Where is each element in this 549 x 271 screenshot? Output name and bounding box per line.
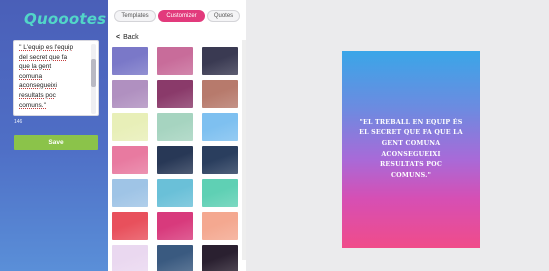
app-logo: Quoootes [24,10,107,28]
background-thumbnail[interactable] [157,212,193,240]
background-thumbnail[interactable] [202,113,238,141]
character-count: 146 [14,119,23,125]
background-thumbnail[interactable] [112,245,148,271]
background-thumbnail[interactable] [202,245,238,271]
tab-customizer[interactable]: Customizer [158,10,205,22]
quote-text-content: '' L'equip es l'equip del secret que fa … [19,44,74,109]
background-thumbnail[interactable] [112,47,148,75]
background-thumbnail[interactable] [202,146,238,174]
editor-sidebar: Quoootes '' L'equip es l'equip del secre… [0,0,108,271]
panel-tabs: Templates Customizer Quotes [108,10,246,22]
quote-card-preview: "EL TREBALL EN EQUIP ÉS EL SECRET QUE FA… [342,51,480,248]
quote-text-area[interactable]: '' L'equip es l'equip del secret que fa … [13,40,99,116]
background-thumbnail[interactable] [202,212,238,240]
background-thumbnail[interactable] [157,80,193,108]
background-thumbnail[interactable] [157,179,193,207]
tab-templates[interactable]: Templates [114,10,156,22]
tab-quotes[interactable]: Quotes [207,10,240,22]
background-thumbnail[interactable] [202,80,238,108]
save-button[interactable]: Save [14,135,98,150]
background-thumbnail[interactable] [157,47,193,75]
back-label: Back [123,33,139,41]
back-button[interactable]: < Back [112,31,152,43]
background-thumbnail[interactable] [112,80,148,108]
preview-quote-text: "EL TREBALL EN EQUIP ÉS EL SECRET QUE FA… [359,118,463,179]
chevron-left-icon: < [116,33,121,41]
background-thumbnail[interactable] [112,113,148,141]
background-thumbnail[interactable] [157,146,193,174]
background-thumbnail[interactable] [202,47,238,75]
customizer-panel: Templates Customizer Quotes < Back [108,0,246,271]
background-thumbnail[interactable] [157,113,193,141]
background-thumbnail[interactable] [202,179,238,207]
background-thumbnail[interactable] [112,146,148,174]
preview-area: "EL TREBALL EN EQUIP ÉS EL SECRET QUE FA… [246,0,549,271]
text-area-scrollbar-thumb[interactable] [91,59,96,87]
background-thumbnail[interactable] [112,212,148,240]
background-thumbnail[interactable] [112,179,148,207]
background-thumbnail[interactable] [157,245,193,271]
